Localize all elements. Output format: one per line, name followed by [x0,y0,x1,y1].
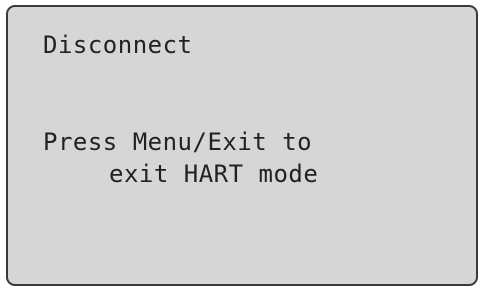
lcd-display: Disconnect Press Menu/Exit to exit HART … [6,5,478,286]
instruction-line-2: exit HART mode [109,160,319,188]
instruction-line-1: Press Menu/Exit to [43,128,313,156]
screen-title: Disconnect [43,31,193,59]
